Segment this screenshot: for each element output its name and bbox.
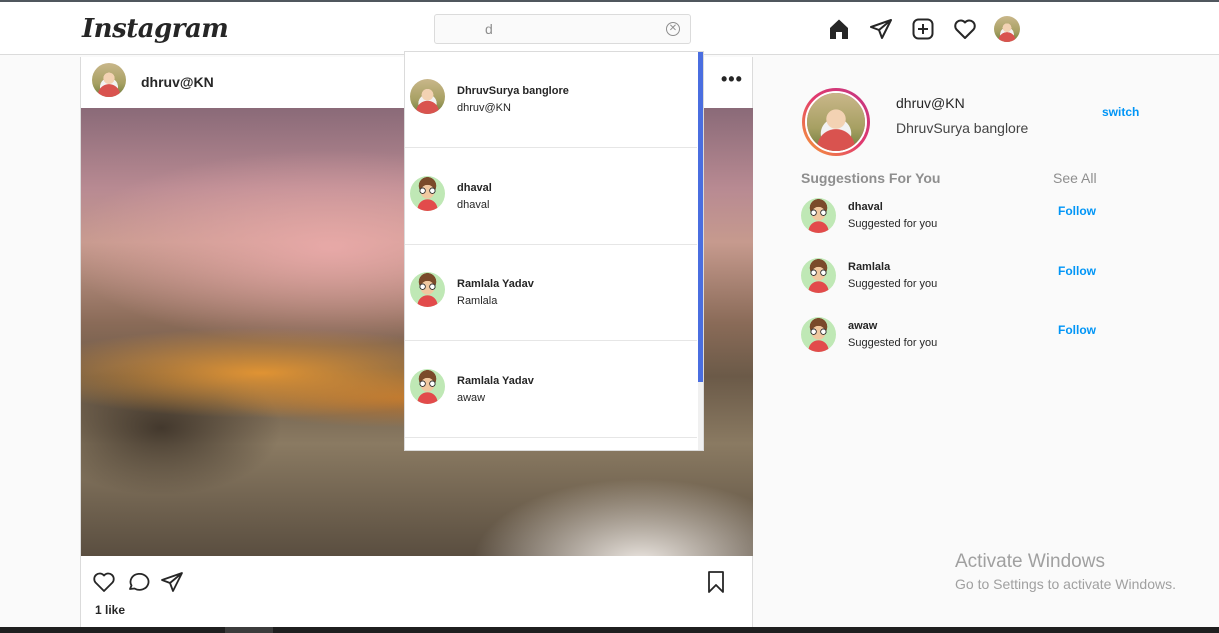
result-name: Ramlala Yadav (457, 375, 534, 387)
profile-full-name: DhruvSurya banglore (896, 120, 1029, 136)
suggestion-avatar[interactable] (801, 317, 836, 352)
search-result[interactable]: DhruvSurya banglore dhruv@KN (405, 52, 697, 148)
suggestion-subtext: Suggested for you (848, 278, 938, 290)
profile-username[interactable]: dhruv@KN (896, 95, 965, 111)
post-actions (81, 562, 752, 602)
top-navbar: Instagram ✕ (0, 2, 1219, 55)
result-avatar (410, 176, 445, 211)
activity-heart-icon[interactable] (952, 16, 978, 42)
search-box[interactable]: ✕ (434, 14, 691, 44)
dropdown-scrollbar[interactable] (698, 52, 703, 450)
suggestions-title: Suggestions For You (801, 170, 941, 186)
profile-avatar[interactable] (802, 88, 870, 156)
more-options-icon[interactable]: ••• (721, 69, 743, 90)
share-icon[interactable] (160, 570, 186, 596)
direct-message-icon[interactable] (868, 16, 894, 42)
suggestion-item: awaw Suggested for you Follow (801, 317, 1101, 357)
like-count[interactable]: 1 like (95, 603, 125, 617)
like-heart-icon[interactable] (92, 570, 118, 596)
suggestion-avatar[interactable] (801, 258, 836, 293)
clear-search-icon[interactable]: ✕ (666, 22, 680, 36)
search-result[interactable]: dhaval dhaval (405, 149, 697, 245)
result-avatar (410, 79, 445, 114)
result-avatar (410, 272, 445, 307)
scrollbar-thumb[interactable] (698, 52, 703, 382)
taskbar (0, 627, 1219, 633)
activate-windows-subtitle: Go to Settings to activate Windows. (955, 576, 1176, 592)
suggestion-name[interactable]: Ramlala (848, 261, 890, 273)
follow-button[interactable]: Follow (1058, 264, 1096, 278)
search-result[interactable]: Ramlala Yadav Ramlala (405, 245, 697, 341)
taskbar-item[interactable] (225, 627, 273, 633)
result-username: dhaval (457, 199, 490, 211)
result-username: Ramlala (457, 295, 498, 307)
suggestion-item: dhaval Suggested for you Follow (801, 198, 1101, 238)
follow-button[interactable]: Follow (1058, 204, 1096, 218)
profile-avatar-icon[interactable] (994, 16, 1020, 42)
comment-icon[interactable] (126, 570, 152, 596)
suggestion-item: Ramlala Suggested for you Follow (801, 258, 1101, 298)
search-result[interactable]: Ramlala Yadav awaw (405, 342, 697, 438)
result-name: Ramlala Yadav (457, 278, 534, 290)
follow-button[interactable]: Follow (1058, 323, 1096, 337)
new-post-icon[interactable] (910, 16, 936, 42)
suggestion-name[interactable]: awaw (848, 320, 877, 332)
result-avatar (410, 369, 445, 404)
instagram-logo[interactable]: Instagram (82, 14, 229, 44)
result-username: awaw (457, 392, 486, 404)
suggestion-name[interactable]: dhaval (848, 201, 883, 213)
result-name: dhaval (457, 182, 492, 194)
see-all-link[interactable]: See All (1053, 170, 1097, 186)
suggestion-avatar[interactable] (801, 198, 836, 233)
post-username[interactable]: dhruv@KN (141, 74, 214, 90)
search-results-dropdown: DhruvSurya banglore dhruv@KN dhaval dhav… (404, 51, 704, 451)
suggestion-subtext: Suggested for you (848, 218, 938, 230)
post-avatar[interactable] (92, 63, 126, 97)
activate-windows-title: Activate Windows (955, 551, 1105, 572)
result-username: dhruv@KN (457, 102, 511, 114)
search-input[interactable] (435, 15, 690, 43)
save-bookmark-icon[interactable] (704, 570, 730, 596)
nav-icons (826, 14, 1020, 44)
result-name: DhruvSurya banglore (457, 85, 569, 97)
switch-account-link[interactable]: switch (1102, 105, 1139, 119)
home-icon[interactable] (826, 16, 852, 42)
suggestion-subtext: Suggested for you (848, 337, 938, 349)
